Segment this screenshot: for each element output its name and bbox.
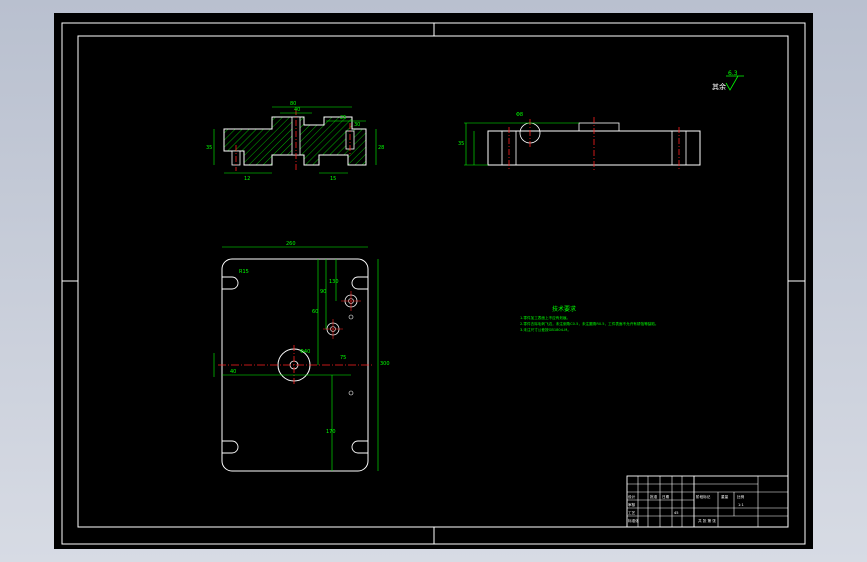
tb-date: 日期 (662, 494, 670, 499)
technical-requirements: 技术要求 1.零件加工表面上不应有划痕。 2.零件去除毛刺飞边，未注倒角C0.5… (520, 305, 658, 332)
dim-plan-x2: 75 (340, 355, 346, 361)
section-view: 80 40 25 30 35 28 12 15 (206, 101, 384, 182)
surface-finish-value: 6.3 (728, 70, 738, 77)
tech-req-title: 技术要求 (552, 305, 576, 313)
cad-drawing[interactable]: 80 40 25 30 35 28 12 15 35 Φ8 其余 6.3 260… (54, 13, 813, 549)
dim-plan-y4: 170 (326, 429, 336, 435)
tb-scale-value: 1:1 (738, 503, 744, 507)
dim-section-right-b: 30 (354, 122, 360, 128)
dim-section-mid: 40 (294, 107, 300, 113)
dim-section-right-a: 25 (340, 115, 346, 121)
plan-outline (221, 258, 369, 472)
dim-side-height: 35 (458, 141, 464, 147)
tb-scale: 比例 (737, 494, 745, 499)
dim-left-a: 35 (206, 145, 212, 151)
dim-plan-width: 260 (286, 241, 296, 247)
dim-plan-x1: 40 (230, 369, 236, 375)
surface-finish-label: 其余 (712, 82, 726, 91)
tech-req-line-1: 1.零件加工表面上不应有划痕。 (520, 315, 570, 320)
tb-process: 工艺 (628, 510, 636, 515)
dim-plan-hole-big: Φ40 (300, 349, 310, 355)
tb-weight: 重量 (721, 494, 729, 499)
dim-left-b: 28 (378, 145, 384, 151)
dim-bottom-b: 15 (330, 176, 336, 182)
drawing-sheet[interactable]: 80 40 25 30 35 28 12 15 35 Φ8 其余 6.3 260… (54, 13, 813, 549)
side-view: 35 Φ8 (458, 112, 701, 171)
dim-side-hole: Φ8 (516, 112, 523, 118)
inner-frame (77, 35, 789, 528)
title-block: 设计 审核 工艺 标准化 批准 日期 阶段标记 重量 比例 1:1 共 张 第 … (626, 475, 789, 528)
dim-plan-y2: 90 (320, 289, 326, 295)
tb-checker: 审核 (628, 502, 636, 507)
dim-plan-corner: R15 (239, 269, 249, 275)
tb-designer: 设计 (628, 494, 636, 499)
surface-finish-symbol: 其余 6.3 (712, 70, 744, 91)
dim-plan-y3: 130 (329, 279, 339, 285)
outer-border (61, 22, 806, 545)
tb-sheet: 共 张 第 张 (698, 518, 716, 523)
tb-approve: 批准 (650, 494, 658, 499)
tech-req-line-2: 2.零件去除毛刺飞边，未注倒角C0.5，未注圆角R0.5，工件表面不允许有锈蚀等… (520, 321, 658, 326)
dim-plan-y1: 60 (312, 309, 318, 315)
dim-plan-height: 300 (380, 361, 390, 367)
tb-part-name: 阶段标记 (696, 494, 711, 499)
plan-view: 260 R15 Φ40 60 90 130 170 40 75 300 (213, 241, 390, 472)
tech-req-line-3: 3.未注尺寸公差按GB1804-M。 (520, 327, 571, 332)
tb-standard: 标准化 (628, 518, 639, 523)
tb-material: 45 (674, 511, 679, 515)
dim-bottom-a: 12 (244, 176, 250, 182)
